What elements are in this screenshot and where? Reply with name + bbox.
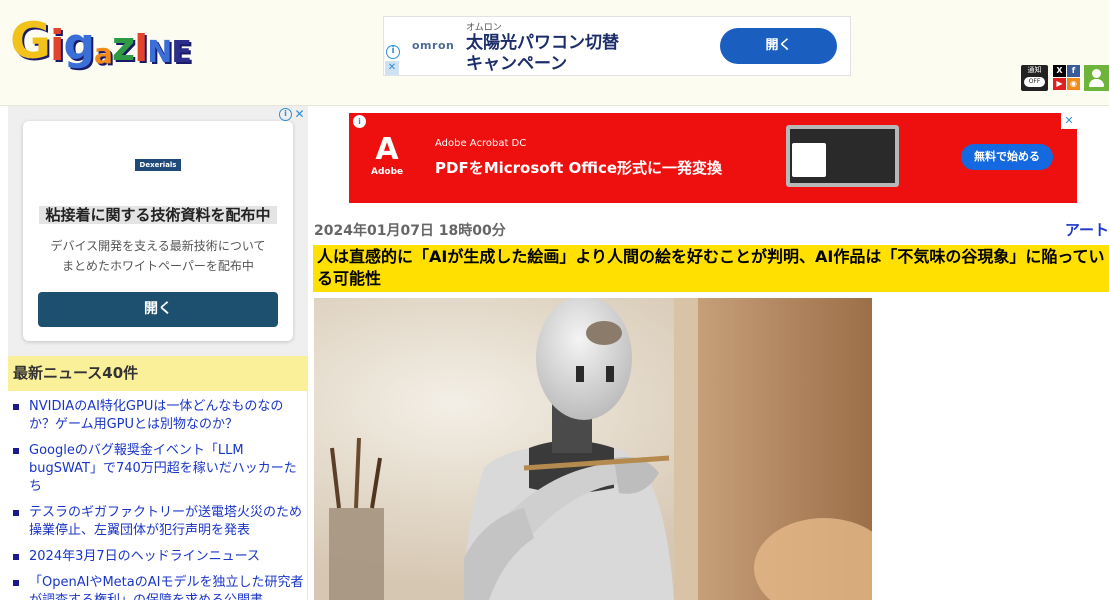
logo-letter: G <box>10 12 51 70</box>
latest-news-heading: 最新ニュース40件 <box>8 356 308 391</box>
ad-cta-button[interactable]: 無料で始める <box>961 144 1053 170</box>
adobe-logo: A Adobe <box>371 132 404 178</box>
gigazine-logo[interactable]: G i g a z I N E <box>10 10 192 70</box>
site-header: G i g a z I N E i ✕ omron オムロン 太陽光パワコン切替… <box>0 0 1109 106</box>
news-link[interactable]: Googleのバグ報奨金イベント「LLM bugSWAT」で740万円超を稼いだ… <box>29 443 297 494</box>
desc-line: デバイス開発を支える最新技術について <box>50 239 266 253</box>
x-icon[interactable]: X <box>1053 65 1066 77</box>
ad-headline: PDFをMicrosoft Office形式に一発変換 <box>435 159 723 177</box>
desc-line: まとめたホワイトペーパーを配布中 <box>62 259 254 273</box>
logo-letter: a <box>93 37 113 70</box>
list-item: テスラのギガファクトリーが送電塔火災のため操業停止、左翼団体が犯行声明を発表 <box>8 504 308 540</box>
list-item: NVIDIAのAI特化GPUは一体どんなものなのか？ゲーム用GPUとは別物なのか… <box>8 398 308 434</box>
sidebar: i ✕ Dexerials 粘接着に関する技術資料を配布中 デバイス開発を支える… <box>8 106 308 600</box>
article-title: 人は直感的に「AIが生成した絵画」より人間の絵を好むことが判明、AI作品は「不気… <box>313 245 1109 292</box>
top-banner-ad[interactable]: i ✕ omron オムロン 太陽光パワコン切替 キャンペーン 開く <box>383 16 851 76</box>
logo-letter: E <box>171 35 191 70</box>
ad-info-icon[interactable]: i <box>279 108 292 121</box>
list-item: Googleのバグ報奨金イベント「LLM bugSWAT」で740万円超を稼いだ… <box>8 442 308 496</box>
ad-close-icon[interactable]: ✕ <box>1061 113 1077 129</box>
laptop-illustration <box>786 125 899 187</box>
sidebar-ad-card[interactable]: Dexerials 粘接着に関する技術資料を配布中 デバイス開発を支える最新技術… <box>23 121 293 341</box>
social-icons: X f ▶ ◉ <box>1053 65 1081 91</box>
ad-product: Adobe Acrobat DC <box>435 138 527 149</box>
main-content: i ✕ A Adobe Adobe Acrobat DC PDFをMicroso… <box>309 106 1109 600</box>
news-link[interactable]: 2024年3月7日のヘッドラインニュース <box>29 549 260 564</box>
notification-toggle[interactable]: 通知 OFF <box>1021 65 1048 91</box>
sidebar-ad[interactable]: i ✕ Dexerials 粘接着に関する技術資料を配布中 デバイス開発を支える… <box>8 106 308 356</box>
ad-sub-label: オムロン <box>466 23 502 33</box>
latest-news-list: NVIDIAのAI特化GPUは一体どんなものなのか？ゲーム用GPUとは別物なのか… <box>8 398 308 600</box>
logo-letter: z <box>111 24 135 70</box>
article-category[interactable]: アート <box>1065 219 1109 240</box>
ad-close-icon[interactable]: ✕ <box>385 61 399 75</box>
ad-info-icon[interactable]: i <box>386 45 400 59</box>
robot-painting-illustration <box>314 298 872 600</box>
ad-info-icon[interactable]: i <box>353 115 366 128</box>
youtube-icon[interactable]: ▶ <box>1053 78 1066 90</box>
ad-headline-line: 太陽光パワコン切替 <box>466 33 619 53</box>
logo-letter: I <box>134 26 148 70</box>
sidebar-ad-open-button[interactable]: 開く <box>38 292 278 327</box>
notify-label: 通知 <box>1027 66 1042 74</box>
ad-close-icon[interactable]: ✕ <box>293 108 306 121</box>
article-date: 2024年01月07日 18時00分 <box>314 223 506 239</box>
sidebar-ad-title: 粘接着に関する技術資料を配布中 <box>45 206 271 224</box>
adobe-brand: Adobe <box>371 167 404 177</box>
ad-brand: omron <box>412 39 455 52</box>
adobe-banner-ad[interactable]: i ✕ A Adobe Adobe Acrobat DC PDFをMicroso… <box>349 113 1077 203</box>
user-icon[interactable] <box>1084 65 1109 91</box>
ad-open-button[interactable]: 開く <box>720 28 837 64</box>
ad-headline: 太陽光パワコン切替 キャンペーン <box>466 33 619 75</box>
list-item: 「OpenAIやMetaのAIモデルを独立した研究者が調査する権利」の保障を求め… <box>8 574 308 600</box>
list-item: 2024年3月7日のヘッドラインニュース <box>8 548 308 566</box>
rss-icon[interactable]: ◉ <box>1067 78 1080 90</box>
news-link[interactable]: NVIDIAのAI特化GPUは一体どんなものなのか？ゲーム用GPUとは別物なのか… <box>29 399 283 432</box>
logo-letter: N <box>147 35 172 70</box>
notify-state: OFF <box>1024 77 1045 87</box>
logo-letter: g <box>63 19 94 70</box>
sidebar-ad-desc: デバイス開発を支える最新技術について まとめたホワイトペーパーを配布中 <box>33 236 283 276</box>
news-link[interactable]: 「OpenAIやMetaのAIモデルを独立した研究者が調査する権利」の保障を求め… <box>29 575 303 600</box>
article-hero-image <box>314 298 872 600</box>
news-link[interactable]: テスラのギガファクトリーが送電塔火災のため操業停止、左翼団体が犯行声明を発表 <box>29 505 302 538</box>
dexerials-logo: Dexerials <box>135 159 181 171</box>
facebook-icon[interactable]: f <box>1067 65 1080 77</box>
ad-headline-line: キャンペーン <box>466 54 568 74</box>
logo-letter: i <box>50 21 64 70</box>
